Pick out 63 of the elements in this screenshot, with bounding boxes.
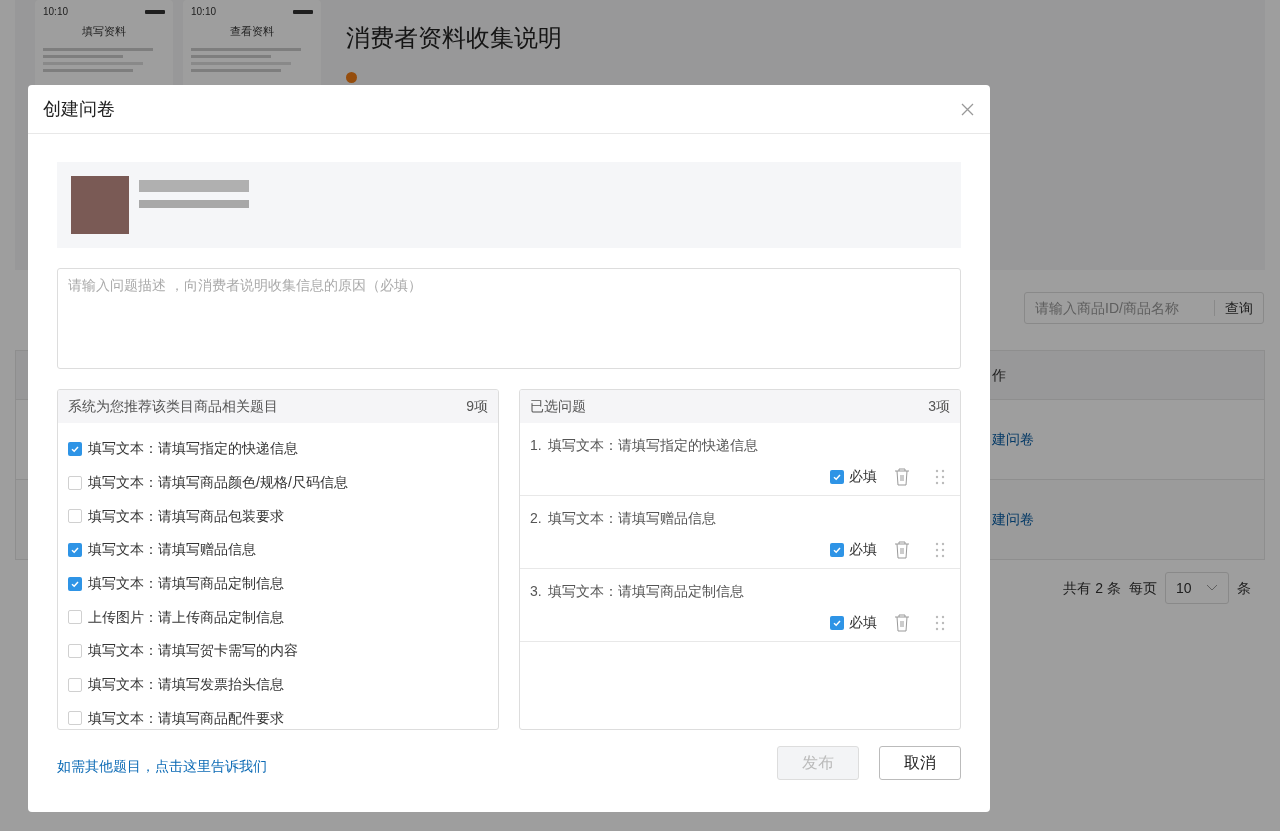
panel-title: 系统为您推荐该类目商品相关题目 xyxy=(68,397,278,416)
checkbox[interactable] xyxy=(68,643,82,658)
delete-icon[interactable] xyxy=(894,540,910,559)
status-time: 10:10 xyxy=(191,5,217,19)
question-number: 1. xyxy=(530,436,542,455)
checkbox[interactable] xyxy=(830,469,844,484)
dialog-button[interactable]: 取消 xyxy=(879,746,961,780)
search-button[interactable]: 查询 xyxy=(1214,300,1263,316)
item-count: 3项 xyxy=(928,397,950,416)
create-survey-link[interactable]: 建问卷 xyxy=(992,429,1034,450)
selected-question: 填写文本：请填写指定的快递信息 xyxy=(547,436,758,455)
delete-icon[interactable] xyxy=(894,613,910,632)
question-option[interactable]: 填写文本：请填写贺卡需写的内容 xyxy=(88,640,298,662)
drag-handle-icon[interactable] xyxy=(935,468,945,485)
checkbox[interactable] xyxy=(68,677,82,692)
description-field[interactable]: 请输入问题描述 ，向消费者说明收集信息的原因（必填） xyxy=(57,268,961,369)
question-option[interactable]: 上传图片：请上传商品定制信息 xyxy=(88,606,284,628)
create-survey-link[interactable]: 建问卷 xyxy=(992,509,1034,530)
required-label: 必填 xyxy=(849,540,877,559)
per-page-label: 每页 xyxy=(1129,578,1157,598)
status-icon xyxy=(293,9,313,14)
checkbox[interactable] xyxy=(830,542,844,557)
checkbox[interactable] xyxy=(68,576,82,591)
per-page-unit: 条 xyxy=(1237,578,1251,598)
drag-handle-icon[interactable] xyxy=(935,541,945,558)
question-option[interactable]: 填写文本：请填写赠品信息 xyxy=(88,539,256,561)
question-option[interactable]: 填写文本：请填写指定的快递信息 xyxy=(88,438,298,460)
page-size-select[interactable]: 10 xyxy=(1165,572,1229,604)
checkbox[interactable] xyxy=(830,615,844,630)
checkbox[interactable] xyxy=(68,542,82,557)
question-number: 2. xyxy=(530,509,542,528)
question-number: 3. xyxy=(530,582,542,601)
search-field[interactable]: 请输入商品ID/商品名称 查询 xyxy=(1024,292,1264,324)
feedback-link[interactable]: 如需其他题目，点击这里告诉我们 xyxy=(57,746,267,777)
required-label: 必填 xyxy=(849,613,877,632)
delete-icon[interactable] xyxy=(894,467,910,486)
question-option[interactable]: 填写文本：请填写发票抬头信息 xyxy=(88,674,284,696)
column-header: 作 xyxy=(992,365,1006,385)
panel-title: 已选问题 xyxy=(530,397,586,416)
item-count: 9项 xyxy=(466,397,488,416)
checkbox[interactable] xyxy=(68,711,82,726)
product-photo-placeholder xyxy=(71,176,129,234)
question-option[interactable]: 填写文本：请填写商品包装要求 xyxy=(88,505,284,527)
checkbox[interactable] xyxy=(68,610,82,625)
selected-question: 填写文本：请填写商品定制信息 xyxy=(547,582,744,601)
checkbox[interactable] xyxy=(68,475,82,490)
question-option[interactable]: 填写文本：请填写商品定制信息 xyxy=(88,573,284,595)
question-option[interactable]: 填写文本：请填写商品颜色/规格/尺码信息 xyxy=(88,472,348,494)
checkbox[interactable] xyxy=(68,509,82,524)
screen-title: 查看资料 xyxy=(229,24,275,39)
question-option[interactable]: 填写文本：请填写商品配件要求 xyxy=(88,707,284,729)
close-button[interactable] xyxy=(959,101,975,117)
selected-question: 填写文本：请填写赠品信息 xyxy=(547,509,716,528)
status-icon xyxy=(145,9,165,14)
total-count: 共有 2 条 xyxy=(1063,578,1121,598)
status-time: 10:10 xyxy=(43,5,69,19)
checkbox[interactable] xyxy=(68,441,82,456)
page-heading: 消费者资料收集说明 xyxy=(346,23,562,53)
required-label: 必填 xyxy=(849,467,877,486)
drag-handle-icon[interactable] xyxy=(935,614,945,631)
dialog-title: 创建问卷 xyxy=(43,97,115,121)
screen-title: 填写资料 xyxy=(81,24,127,39)
chevron-down-icon xyxy=(1206,584,1218,592)
